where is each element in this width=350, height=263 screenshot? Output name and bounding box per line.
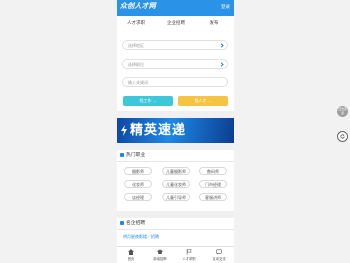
home-icon <box>128 249 134 255</box>
job-chip[interactable]: 化妆师 <box>124 180 152 188</box>
nav-new-recruit[interactable]: 新增招聘 <box>146 247 174 263</box>
job-chip[interactable]: 儿童摄影师 <box>162 167 190 175</box>
bottom-nav: 首页 新增招聘 人才求职 互动交流 <box>117 246 234 263</box>
hot-jobs-section: 热门职业 摄影师 儿童摄影师 数码师 化妆师 儿童化妆师 门市经理 店经理 儿童… <box>117 150 234 211</box>
job-chip[interactable]: 儿童化妆师 <box>162 180 190 188</box>
chevron-right-icon <box>219 62 224 67</box>
promo-banner[interactable]: 精英速递 <box>117 118 234 143</box>
top-bar: 众创人才网 登录 <box>117 0 234 16</box>
banner-title: 精英速递 <box>130 122 187 137</box>
refresh-icon <box>340 134 345 139</box>
back-to-top-button[interactable]: 回到顶部 <box>337 106 348 117</box>
hot-jobs-title: 热门职业 <box>126 153 146 158</box>
company-link[interactable]: 明月星夜影楼／招聘 <box>123 234 159 240</box>
position-select[interactable]: 选择职位 <box>122 59 228 69</box>
job-chip[interactable]: 儿童引导师 <box>162 193 190 201</box>
back-to-top-label: 回到顶部 <box>338 107 347 115</box>
find-talent-button[interactable]: 找人才 → <box>178 96 228 106</box>
job-chip[interactable]: 店经理 <box>124 193 152 201</box>
nav-job-seeking[interactable]: 人才求职 <box>175 247 203 263</box>
job-chip[interactable]: 客服讲师 <box>199 193 227 201</box>
flag-icon <box>186 249 192 255</box>
area-select-placeholder: 选择地区 <box>128 43 144 48</box>
search-panel: 选择地区 选择职位 输入关键词 找工作 → 找人才 → <box>117 29 234 111</box>
famous-companies-section: 名企招聘 明月星夜影楼／招聘 <box>117 218 234 248</box>
divider <box>117 229 234 230</box>
famous-companies-title: 名企招聘 <box>126 221 146 226</box>
job-chip[interactable]: 摄影师 <box>124 167 152 175</box>
area-select[interactable]: 选择地区 <box>122 40 228 50</box>
square-icon <box>120 221 124 225</box>
chevron-right-icon <box>219 43 224 48</box>
chat-icon <box>216 249 222 255</box>
nav-new-recruit-label: 新增招聘 <box>153 257 167 261</box>
job-chip[interactable]: 数码师 <box>199 167 227 175</box>
nav-interact[interactable]: 互动交流 <box>205 247 233 263</box>
keyword-input[interactable]: 输入关键词 <box>122 77 228 87</box>
tab-job-seeking[interactable]: 人才求职 <box>120 16 152 29</box>
find-job-button[interactable]: 找工作 → <box>123 96 173 106</box>
mobile-page: 众创人才网 登录 人才求职 企业招聘 发布 选择地区 选择职位 输入关键词 找工… <box>117 0 234 263</box>
graduation-cap-icon <box>157 249 163 254</box>
refresh-button[interactable] <box>337 131 348 142</box>
tab-publish[interactable]: 发布 <box>202 16 226 29</box>
job-chip[interactable]: 门市经理 <box>199 180 227 188</box>
divider <box>117 161 234 162</box>
login-link[interactable]: 登录 <box>221 4 230 10</box>
site-logo[interactable]: 众创人才网 <box>120 2 156 11</box>
lightning-icon <box>121 125 127 136</box>
square-icon <box>120 153 124 157</box>
nav-tabs: 人才求职 企业招聘 发布 <box>117 16 234 29</box>
nav-job-seeking-label: 人才求职 <box>182 257 196 261</box>
keyword-input-placeholder: 输入关键词 <box>128 80 148 85</box>
tab-company-recruit[interactable]: 企业招聘 <box>160 16 192 29</box>
nav-home-label: 首页 <box>127 257 135 261</box>
nav-interact-label: 互动交流 <box>212 257 226 261</box>
nav-home[interactable]: 首页 <box>117 247 145 263</box>
position-select-placeholder: 选择职位 <box>128 62 144 67</box>
